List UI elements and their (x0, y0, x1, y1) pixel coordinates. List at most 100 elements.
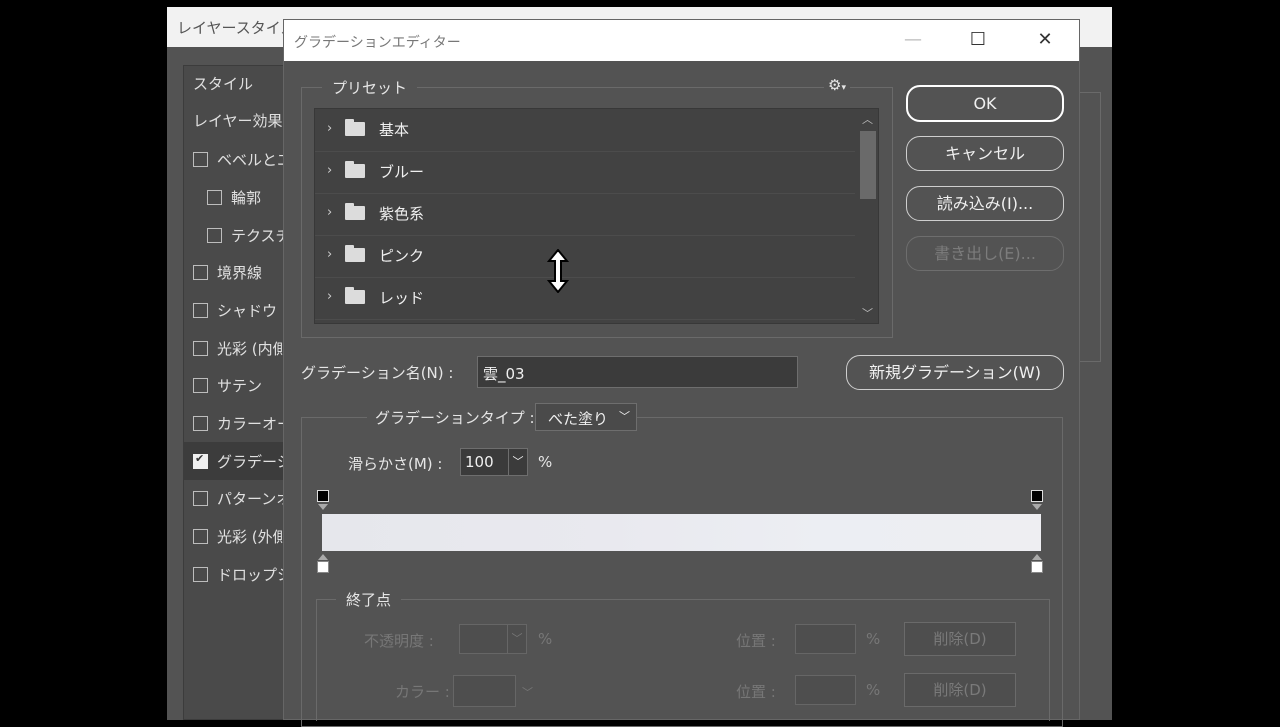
sidebar-header[interactable]: レイヤー効果 (183, 101, 287, 139)
opacity-stop-right[interactable] (1031, 490, 1043, 502)
sidebar-item-label: パターンオーバーレイ (217, 490, 287, 508)
preset-folder-label: レッド (379, 289, 425, 307)
folder-icon (345, 245, 365, 262)
ok-button[interactable]: OK (906, 85, 1064, 122)
checkbox[interactable] (207, 228, 222, 243)
gradient-type-value: べた塗り (548, 410, 609, 428)
sidebar-item[interactable]: 光彩 (内側) (183, 329, 287, 367)
sidebar-item-label: 境界線 (217, 264, 263, 282)
sidebar-item[interactable]: パターンオーバーレイ (183, 479, 287, 517)
color-location-input[interactable] (795, 675, 856, 705)
chevron-right-icon[interactable]: › (327, 121, 332, 136)
checkbox[interactable] (193, 491, 208, 506)
checkbox[interactable] (193, 567, 208, 582)
color-location-unit: % (866, 681, 881, 699)
gradient-type-select[interactable]: べた塗り ﹀ (535, 403, 637, 431)
scrollbar-thumb[interactable] (860, 131, 876, 199)
chevron-down-icon[interactable]: ﹀ (507, 625, 526, 653)
sidebar-item[interactable]: 境界線 (183, 253, 287, 291)
opacity-input[interactable]: ﹀ (459, 624, 527, 654)
gradient-editor-title: グラデーションエディター (294, 35, 461, 51)
sidebar-item[interactable]: 輪郭 (183, 178, 287, 216)
chevron-right-icon[interactable]: › (327, 205, 332, 220)
maximize-button[interactable]: ☐ (958, 28, 998, 52)
gear-icon[interactable]: ⚙▾ (824, 76, 850, 94)
checkbox[interactable] (193, 152, 208, 167)
sidebar-item[interactable]: 光彩 (外側) (183, 517, 287, 555)
folder-icon (345, 203, 365, 220)
opacity-label: 不透明度 : (364, 632, 434, 650)
export-button[interactable]: 書き出し(E)... (906, 236, 1064, 271)
sidebar-item-label: スタイル (193, 75, 254, 93)
sidebar-item[interactable]: グラデーションオーバーレイ (183, 442, 287, 480)
smoothness-label: 滑らかさ(M) : (348, 455, 443, 473)
checkbox[interactable] (207, 190, 222, 205)
scroll-down-icon[interactable]: ﹀ (862, 305, 873, 321)
checkbox[interactable] (193, 416, 208, 431)
color-location-label: 位置 : (736, 683, 776, 701)
chevron-right-icon[interactable]: › (327, 163, 332, 178)
preset-folder-row[interactable]: › 基本 (315, 109, 855, 152)
sidebar-item[interactable]: ドロップシャドウ (183, 555, 287, 593)
opacity-stop-left[interactable] (317, 490, 329, 502)
checkbox[interactable] (193, 341, 208, 356)
color-swatch[interactable] (453, 675, 516, 707)
preset-folder-row[interactable]: › レッド (315, 277, 855, 320)
preset-folder-row[interactable]: › ブルー (315, 151, 855, 194)
opacity-location-input[interactable] (795, 624, 856, 654)
sidebar-item[interactable]: シャドウ (内側) (183, 291, 287, 329)
delete-opacity-stop-button[interactable]: 削除(D) (904, 622, 1016, 656)
minimize-button[interactable]: — (893, 28, 933, 52)
sidebar-item[interactable]: ベベルとエンボス (183, 140, 287, 178)
chevron-right-icon[interactable]: › (327, 289, 332, 304)
gradient-preview-bar[interactable] (322, 514, 1041, 551)
checkbox[interactable] (193, 378, 208, 393)
opacity-location-unit: % (866, 630, 881, 648)
preset-list[interactable]: › 基本 › ブルー › 紫色系 › ピンク › レッド ︿ ﹀ (314, 108, 879, 324)
chevron-down-icon[interactable]: ﹀ (508, 449, 527, 475)
sidebar-item-label: サテン (217, 377, 263, 395)
scroll-up-icon[interactable]: ︿ (862, 111, 873, 127)
sidebar-header[interactable]: スタイル (183, 64, 287, 102)
chevron-right-icon[interactable]: › (327, 247, 332, 262)
load-button[interactable]: 読み込み(I)... (906, 186, 1064, 221)
cancel-button[interactable]: キャンセル (906, 136, 1064, 171)
opacity-location-label: 位置 : (736, 632, 776, 650)
delete-color-stop-button[interactable]: 削除(D) (904, 673, 1016, 707)
new-gradient-button[interactable]: 新規グラデーション(W) (846, 355, 1064, 390)
checkbox[interactable] (193, 265, 208, 280)
checkbox[interactable] (193, 303, 208, 318)
color-stop-left[interactable] (317, 561, 329, 573)
checkbox[interactable] (193, 452, 208, 469)
preset-folder-label: 基本 (379, 121, 410, 139)
color-stop-pointer (318, 554, 328, 560)
gradient-name-input[interactable]: 雲_03 (477, 356, 798, 388)
sidebar-item-label: ベベルとエンボス (217, 151, 287, 169)
preset-folder-row[interactable]: › 紫色系 (315, 193, 855, 236)
sidebar-item-label: ドロップシャドウ (217, 566, 287, 584)
presets-label: プリセット (322, 77, 418, 98)
layer-style-title: レイヤースタイル (177, 19, 296, 37)
color-stop-pointer (1032, 554, 1042, 560)
close-button[interactable]: ✕ (1025, 28, 1065, 52)
chevron-down-icon[interactable]: ﹀ (522, 684, 533, 700)
smoothness-value: 100 (465, 453, 494, 471)
preset-folder-label: ピンク (379, 247, 425, 265)
sidebar-item-label: カラーオーバーレイ (217, 415, 287, 433)
opacity-stop-pointer (318, 504, 328, 510)
color-label: カラー : (395, 683, 450, 701)
sidebar-item-label: 光彩 (内側) (217, 340, 287, 358)
color-stop-right[interactable] (1031, 561, 1043, 573)
preset-folder-label: ブルー (379, 163, 425, 181)
gradient-name-label: グラデーション名(N) : (301, 364, 454, 382)
checkbox[interactable] (193, 529, 208, 544)
sidebar-item[interactable]: サテン (183, 366, 287, 404)
gradient-type-label: グラデーションタイプ : (367, 407, 543, 428)
sidebar-item[interactable]: カラーオーバーレイ (183, 404, 287, 442)
gradient-editor-titlebar: グラデーションエディター — ☐ ✕ (284, 20, 1079, 61)
smoothness-input[interactable]: 100 ﹀ (460, 448, 528, 476)
preset-folder-row[interactable]: › ピンク (315, 235, 855, 278)
sidebar-item[interactable]: テクスチャ (183, 216, 287, 254)
sidebar-item-label: グラデーションオーバーレイ (217, 453, 287, 471)
sidebar-item-label: 光彩 (外側) (217, 528, 287, 546)
